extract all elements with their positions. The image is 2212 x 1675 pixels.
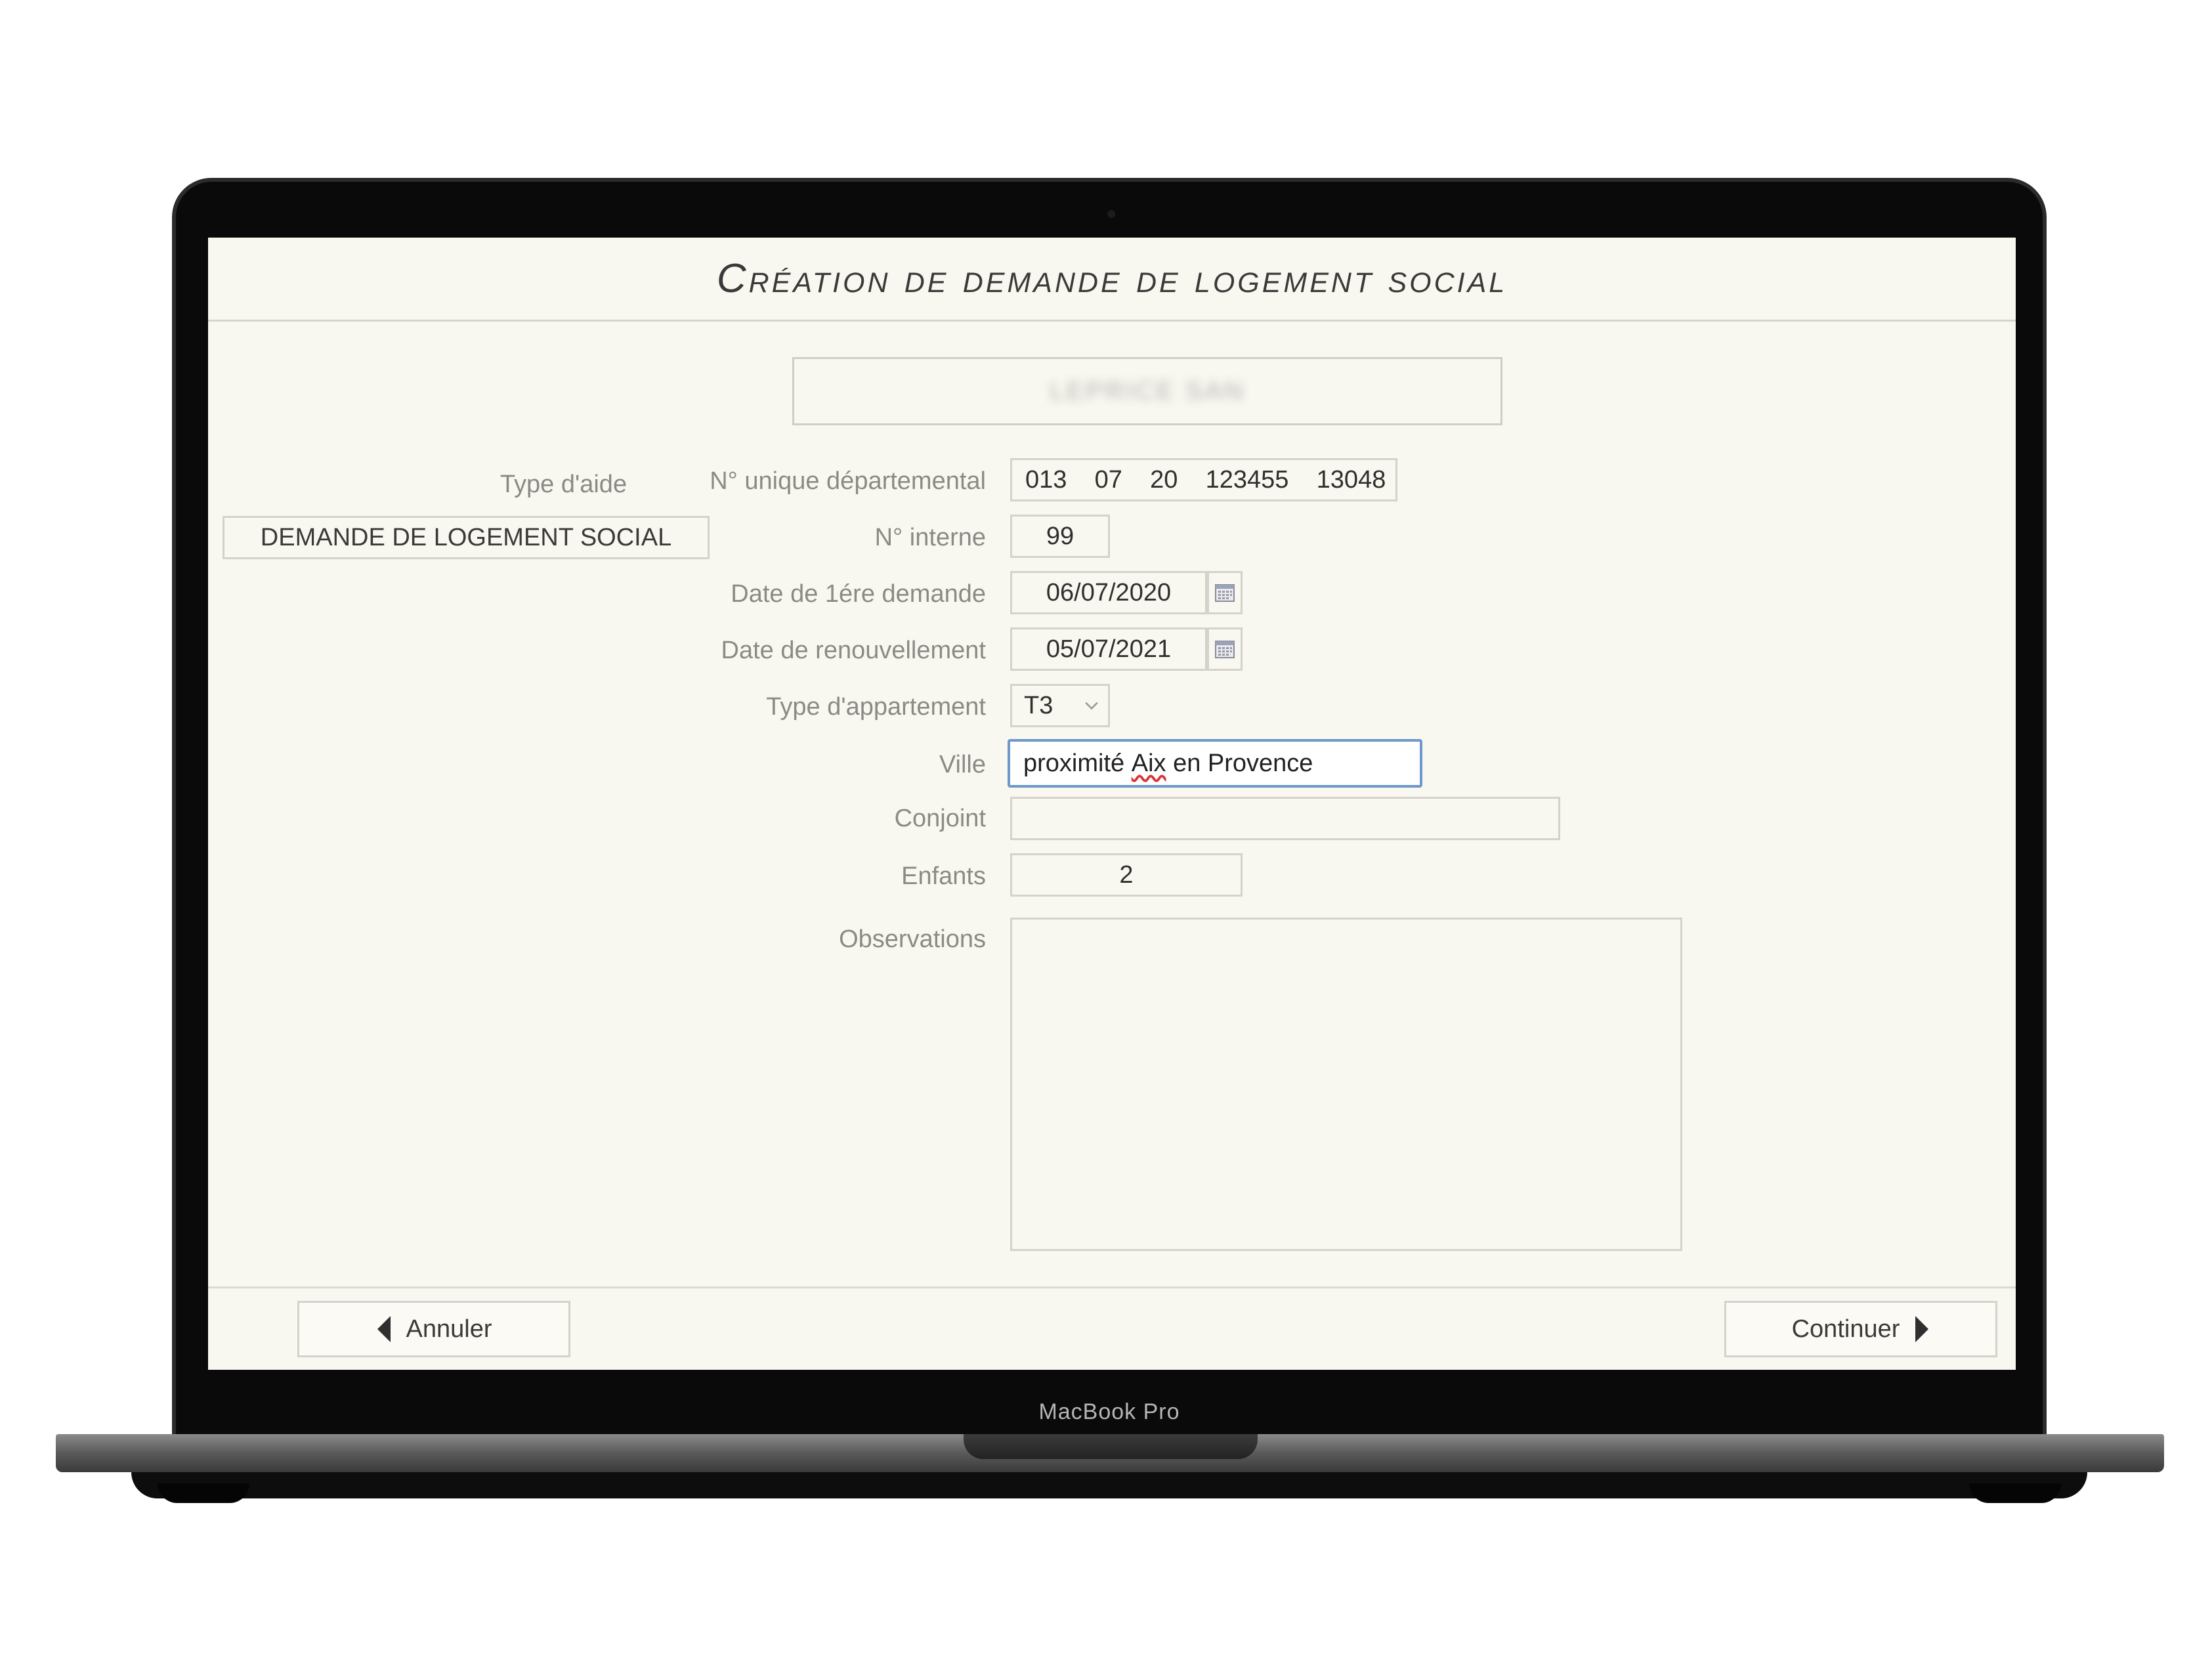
arrow-right-icon xyxy=(1915,1316,1929,1342)
date-premiere-field[interactable]: 06/07/2020 xyxy=(1010,571,1207,614)
ville-value-prefix: proximité xyxy=(1023,749,1132,777)
numero-interne-field[interactable]: 99 xyxy=(1010,515,1110,558)
camera xyxy=(1107,210,1115,218)
date-renouvellement-label: Date de renouvellement xyxy=(721,637,986,664)
page-title: Création de demande de logement social xyxy=(716,256,1508,301)
laptop-foot-left xyxy=(158,1483,249,1503)
chevron-down-icon xyxy=(1085,702,1098,710)
type-appartement-label: Type d'appartement xyxy=(766,693,986,721)
numero-unique-field[interactable]: 013 07 20 123455 13048 xyxy=(1010,458,1397,501)
date-renouvellement-field[interactable]: 05/07/2021 xyxy=(1010,627,1207,671)
user-name-box: LEPRICE SAN xyxy=(792,357,1502,425)
type-appartement-select[interactable]: T3 xyxy=(1010,684,1110,727)
observations-textarea[interactable] xyxy=(1010,918,1682,1251)
conjoint-field[interactable] xyxy=(1010,797,1560,840)
cancel-button-label: Annuler xyxy=(406,1315,492,1343)
continue-button-label: Continuer xyxy=(1791,1315,1900,1343)
laptop-base-shadow xyxy=(131,1472,2087,1498)
arrow-left-icon xyxy=(377,1316,391,1342)
calendar-icon xyxy=(1215,584,1235,602)
conjoint-label: Conjoint xyxy=(894,805,986,832)
enfants-label: Enfants xyxy=(901,862,986,890)
date-renouvellement-calendar-button[interactable] xyxy=(1207,627,1243,671)
calendar-icon xyxy=(1215,641,1235,658)
ville-value-suffix: en Provence xyxy=(1166,749,1313,777)
laptop-foot-right xyxy=(1969,1483,2061,1503)
numero-interne-label: N° interne xyxy=(874,524,986,551)
laptop-notch xyxy=(964,1434,1258,1459)
user-name: LEPRICE SAN xyxy=(1050,376,1245,406)
continue-button[interactable]: Continuer xyxy=(1724,1301,1997,1357)
type-appartement-value: T3 xyxy=(1024,691,1053,719)
title-bar: Création de demande de logement social xyxy=(208,238,2016,322)
date-premiere-label: Date de 1ére demande xyxy=(731,580,986,608)
ville-input[interactable]: proximité Aix en Provence xyxy=(1008,739,1422,788)
footer-divider xyxy=(208,1286,2016,1288)
app-screen: Création de demande de logement social L… xyxy=(208,238,2016,1370)
ville-value-misspelled: Aix xyxy=(1131,749,1166,777)
ville-label: Ville xyxy=(939,751,986,778)
cancel-button[interactable]: Annuler xyxy=(297,1301,570,1357)
observations-label: Observations xyxy=(839,925,986,953)
enfants-field[interactable]: 2 xyxy=(1010,853,1243,897)
device-label: MacBook Pro xyxy=(1038,1399,1180,1424)
date-premiere-calendar-button[interactable] xyxy=(1207,571,1243,614)
numero-unique-label: N° unique départemental xyxy=(710,467,986,495)
